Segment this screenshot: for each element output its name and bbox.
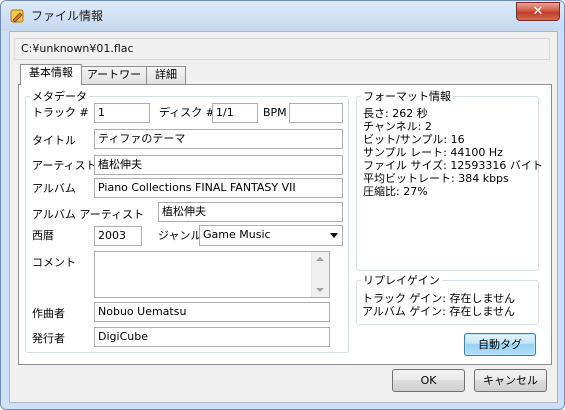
file-size-info: ファイル サイズ: 12593316 バイト [363, 159, 543, 172]
replay-gain-legend: リプレイゲイン [363, 274, 440, 287]
title-label: タイトル [32, 134, 76, 147]
title-bar[interactable]: ファイル情報 ✕ [1, 1, 564, 31]
scroll-up-arrow-icon[interactable] [316, 257, 324, 261]
composer-label: 作曲者 [32, 307, 65, 320]
tab-artwork[interactable]: アートワーク [81, 66, 147, 97]
tab-details[interactable]: 詳細 [146, 66, 186, 84]
bpm-label: BPM [263, 106, 287, 119]
chevron-down-icon [330, 233, 338, 238]
bits-per-sample-info: ビット/サンプル: 16 [363, 133, 465, 146]
metadata-legend: メタデータ [32, 90, 87, 103]
auto-tag-button[interactable]: 自動タグ [464, 333, 536, 356]
genre-selected-value: Game Music [203, 228, 271, 241]
ok-button[interactable]: OK [392, 369, 465, 392]
track-number-label: トラック # [32, 106, 89, 119]
close-button[interactable]: ✕ [516, 2, 560, 21]
artist-label: アーティスト [32, 159, 97, 172]
publisher-label: 発行者 [32, 332, 65, 345]
album-label: アルバム [32, 182, 76, 195]
title-field[interactable]: ティファのテーマ [94, 129, 343, 149]
composer-field[interactable]: Nobuo Uematsu [94, 302, 330, 322]
artist-field[interactable]: 植松伸夫 [94, 155, 343, 175]
format-info-legend: フォーマット情報 [363, 90, 451, 103]
length-info: 長さ: 262 秒 [363, 107, 428, 120]
scroll-down-arrow-icon[interactable] [316, 288, 324, 292]
genre-label: ジャンル [158, 229, 202, 242]
genre-dropdown[interactable]: Game Music [199, 225, 343, 246]
track-gain-info: トラック ゲイン: 存在しません [362, 292, 516, 305]
sample-rate-info: サンプル レート: 44100 Hz [363, 146, 503, 159]
year-field[interactable]: 2003 [94, 226, 142, 246]
edit-pencil-icon [10, 9, 24, 23]
comment-scrollbar[interactable] [311, 252, 329, 297]
avg-bitrate-info: 平均ビットレート: 384 kbps [363, 172, 509, 185]
disc-number-field[interactable]: 1/1 [212, 103, 258, 123]
replay-gain-list: トラック ゲイン: 存在しません アルバム ゲイン: 存在しません [362, 292, 538, 318]
publisher-field[interactable]: DigiCube [94, 327, 330, 347]
album-gain-info: アルバム ゲイン: 存在しません [362, 305, 516, 318]
file-path-field: C:¥unknown¥01.flac [14, 38, 550, 60]
scrollbar-track [311, 252, 329, 297]
track-number-field[interactable]: 1 [94, 103, 150, 123]
compression-ratio-info: 圧縮比: 27% [363, 185, 428, 198]
disc-number-label: ディスク # [159, 106, 215, 119]
album-artist-field[interactable]: 植松伸夫 [158, 202, 343, 222]
tab-basic-info[interactable]: 基本情報 [20, 64, 82, 85]
year-label: 西暦 [32, 229, 54, 242]
comment-label: コメント [32, 256, 76, 269]
comment-textarea[interactable] [94, 251, 330, 298]
cancel-button[interactable]: キャンセル [474, 369, 547, 392]
album-field[interactable]: Piano Collections FINAL FANTASY VII [94, 178, 343, 198]
channels-info: チャンネル: 2 [363, 120, 432, 133]
album-artist-label: アルバム アーティスト [32, 208, 145, 221]
format-info-list: 長さ: 262 秒 チャンネル: 2 ビット/サンプル: 16 サンプル レート… [363, 107, 543, 198]
window-title: ファイル情報 [31, 9, 104, 23]
bpm-field[interactable] [289, 103, 343, 123]
